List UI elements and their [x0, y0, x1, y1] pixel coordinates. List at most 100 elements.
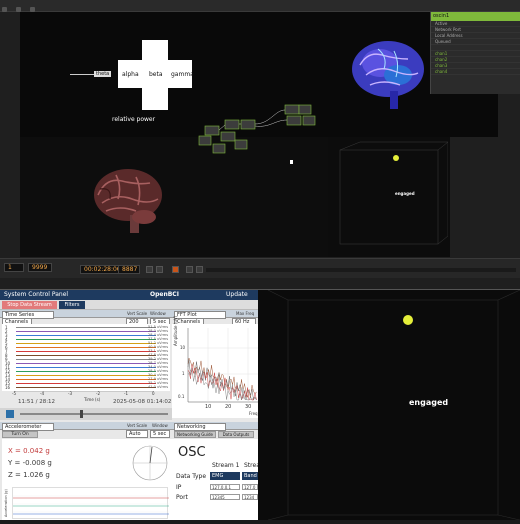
panel-row[interactable]: chan4 [431, 69, 520, 75]
channel-trace [16, 359, 156, 360]
timeline-start[interactable]: 1 [4, 263, 24, 272]
vert-scale-label: Vert Scale [127, 311, 148, 316]
openbci-topbar: System Control Panel OpenBCI Update [0, 290, 258, 300]
update-button[interactable]: Update [226, 291, 248, 298]
skip-end-button[interactable] [196, 266, 203, 273]
engaged-label: engaged [409, 398, 449, 407]
channel-trace [16, 375, 156, 376]
channel-trace [16, 351, 156, 352]
accel-vert-scale-select[interactable]: Auto [126, 430, 148, 438]
ip-input[interactable]: 127.0.0.1 [210, 484, 240, 490]
playback-slider[interactable] [20, 413, 168, 415]
port-input-2[interactable]: 1234 [242, 494, 258, 500]
accel-window-select[interactable]: 5 sec [150, 430, 170, 438]
networking-guide-button[interactable]: Networking Guide [174, 431, 216, 438]
channel-number[interactable]: 16 [5, 385, 10, 390]
accel-window-label: Window [152, 423, 168, 428]
ip-input-2[interactable]: 127.0 [242, 484, 258, 490]
x-tick: -2 [96, 391, 100, 396]
channel-trace [16, 363, 156, 364]
frame-display[interactable]: 8887 [118, 265, 140, 274]
menu-icon[interactable] [2, 7, 7, 12]
fft-ytick: 1 [182, 371, 185, 376]
skip-start-button[interactable] [146, 266, 153, 273]
widget-select-accel[interactable]: Accelerometer [2, 423, 54, 431]
stop-data-stream-button[interactable]: Stop Data Stream [2, 301, 57, 309]
fft-xlabel: Freq [249, 411, 258, 416]
filters-button[interactable]: Filters [59, 301, 85, 309]
step-forward-button[interactable] [186, 266, 193, 273]
accel-x-value: X = 0.042 g [8, 447, 50, 455]
playback-handle[interactable] [80, 410, 83, 418]
channel-trace [16, 335, 156, 336]
td-timeline[interactable]: 1 9999 00:02:28:06 8887 [0, 258, 520, 278]
play-button[interactable] [172, 266, 179, 273]
band-label-theta: theta [94, 71, 112, 77]
x-tick: -5 [12, 391, 16, 396]
mouse-cursor-icon [290, 160, 293, 164]
connector-line [70, 74, 96, 75]
channel-trace [16, 355, 156, 356]
port-label: Port [176, 494, 188, 501]
osc-panel: OSC Stream 1 Strea Data Type EMG Band IP… [172, 439, 260, 520]
channel-uvrms: 41.0 uVrms [148, 385, 169, 389]
channel-trace [16, 339, 156, 340]
channel-trace [16, 343, 156, 344]
port-input[interactable]: 12345 [210, 494, 240, 500]
channel-trace [16, 347, 156, 348]
data-type-label: Data Type [176, 473, 207, 480]
system-control-panel-button[interactable]: System Control Panel [4, 291, 68, 298]
x-tick: -1 [124, 391, 128, 396]
osc-protocol-title: OSC [178, 445, 206, 460]
skip-back-icon[interactable] [6, 410, 14, 418]
engagement-grid [267, 289, 520, 521]
step-back-button[interactable] [156, 266, 163, 273]
engagement-dot [393, 155, 399, 161]
node-network[interactable] [195, 100, 335, 160]
accel-toggle-button[interactable]: Turn On [2, 431, 38, 438]
accel-compass [132, 445, 168, 481]
timestamp: 2025-05-08 01:14:02 [113, 399, 172, 405]
x-tick: 0 [152, 391, 155, 396]
time-axis-label: Time (s) [84, 397, 101, 402]
band-label-beta: beta [149, 71, 163, 78]
fft-xtick: 20 [225, 404, 232, 410]
fft-ytick: 10 [180, 345, 186, 350]
timeseries-plot[interactable]: 1 51.5 uVrms 2 28.0 uVrms 3 28.4 uVrms 4 37.5 u… [2, 324, 170, 391]
accel-traces [13, 495, 169, 515]
channel-trace [16, 379, 156, 380]
accel-vert-scale-label: Vert Scale [127, 423, 148, 428]
panel-title: oscin1 [431, 12, 520, 21]
engaged-label-small: engaged [395, 191, 415, 196]
data-outputs-button[interactable]: Data Outputs [218, 431, 254, 438]
accel-panel: X = 0.042 g Y = -0.008 g Z = 1.026 g Acc… [2, 439, 172, 520]
accel-plot[interactable] [12, 487, 169, 519]
data-type-select[interactable]: EMG [210, 472, 240, 480]
accel-y-value: Y = -0.008 g [8, 459, 52, 467]
brain-render-anatomical [94, 169, 162, 233]
ip-label: IP [176, 484, 182, 491]
accel-ylabel: Acceleration (g) [4, 489, 8, 517]
td-parameter-panel[interactable]: oscin1 Active Network Port Local Address… [430, 12, 520, 94]
fft-xtick: 30 [245, 404, 252, 410]
accel-z-value: Z = 1.026 g [8, 471, 50, 479]
channel-trace [16, 331, 156, 332]
fft-xtick: 10 [205, 404, 212, 410]
band-label-gamma: gamma [171, 71, 194, 78]
engagement-dot-large [403, 315, 413, 325]
relative-power-label: relative power [112, 116, 156, 123]
x-tick: -4 [40, 391, 44, 396]
channel-trace [16, 387, 156, 388]
engagement-viewer [258, 289, 520, 521]
channel-trace [16, 383, 156, 384]
openbci-logo: OpenBCI [150, 291, 179, 298]
window-label: Window [150, 311, 166, 316]
timeline-track[interactable] [206, 268, 516, 272]
widget-select-networking[interactable]: Networking [174, 423, 226, 431]
timeline-end[interactable]: 9999 [28, 263, 52, 272]
data-type-select-2[interactable]: Band [242, 472, 258, 480]
fft-ytick: 0.1 [178, 394, 185, 399]
band-label-alpha: alpha [122, 71, 139, 78]
max-freq-label: Max Freq [236, 311, 255, 316]
3d-grid-box [339, 141, 448, 245]
